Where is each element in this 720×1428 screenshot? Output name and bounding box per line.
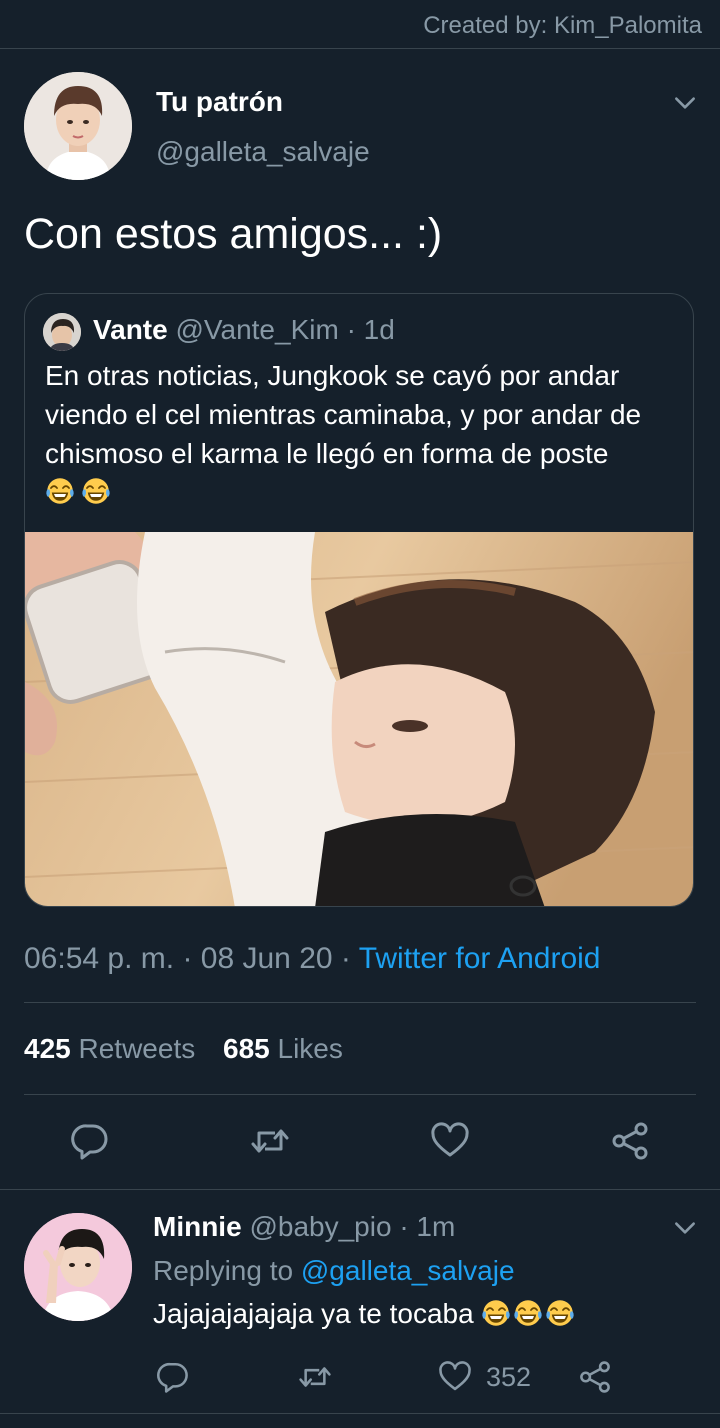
replying-to-handle-link[interactable]: @galleta_salvaje bbox=[301, 1255, 515, 1286]
tweet-date: 08 Jun 20 bbox=[200, 942, 333, 975]
bottom-divider bbox=[0, 1413, 720, 1414]
retweet-icon[interactable] bbox=[296, 1360, 334, 1394]
tweet-time: 06:54 p. m. bbox=[24, 942, 175, 975]
quoted-age: · 1d bbox=[346, 314, 395, 345]
reply-text-line: Jajajajajajaja ya te tocaba bbox=[153, 1298, 577, 1330]
reply-likes-count: 352 bbox=[486, 1362, 532, 1392]
like-icon[interactable] bbox=[430, 1121, 470, 1161]
quoted-display-name: Vante bbox=[93, 314, 168, 345]
tweet-text: Con estos amigos... :) bbox=[24, 210, 443, 258]
reply-age: · 1m bbox=[399, 1211, 456, 1242]
quoted-emoji-row bbox=[45, 476, 113, 506]
likes-stat[interactable]: 685 Likes bbox=[223, 1033, 343, 1064]
laughing-emoji-icon bbox=[45, 476, 75, 506]
tweet-meta-sep: · bbox=[182, 942, 193, 975]
reply-header: Minnie @baby_pio · 1m bbox=[153, 1211, 455, 1243]
chevron-down-icon[interactable] bbox=[672, 1215, 698, 1241]
retweets-count: 425 bbox=[24, 1033, 71, 1064]
reply-handle[interactable]: @baby_pio bbox=[249, 1211, 391, 1242]
reply-author-avatar[interactable] bbox=[24, 1213, 132, 1321]
watermark: Created by: Kim_Palomita bbox=[423, 12, 702, 39]
quoted-handle: @Vante_Kim bbox=[175, 314, 339, 345]
tweet-meta: 06:54 p. m. · 08 Jun 20 · Twitter for An… bbox=[24, 942, 600, 976]
author-display-name[interactable]: Tu patrón bbox=[156, 86, 283, 118]
replying-to-label: Replying to bbox=[153, 1255, 294, 1286]
tweet-stats: 425 Retweets 685 Likes bbox=[24, 1033, 343, 1065]
quoted-media-image[interactable] bbox=[25, 532, 693, 906]
share-icon[interactable] bbox=[610, 1121, 650, 1161]
header-divider bbox=[0, 48, 720, 49]
author-handle[interactable]: @galleta_salvaje bbox=[156, 136, 370, 168]
quoted-text: En otras noticias, Jungkook se cayó por … bbox=[45, 360, 642, 469]
like-icon[interactable] bbox=[438, 1360, 472, 1394]
likes-label: Likes bbox=[277, 1033, 343, 1064]
stats-divider bbox=[24, 1094, 696, 1095]
laughing-emoji-icon bbox=[481, 1298, 511, 1328]
meta-divider bbox=[24, 1002, 696, 1003]
tweet-meta-sep: · bbox=[340, 942, 351, 975]
actions-divider bbox=[0, 1189, 720, 1190]
reply-icon[interactable] bbox=[156, 1360, 190, 1394]
quoted-tweet[interactable]: Vante @Vante_Kim · 1d En otras noticias,… bbox=[24, 293, 694, 907]
quoted-header: Vante @Vante_Kim · 1d bbox=[93, 314, 395, 346]
reply-display-name[interactable]: Minnie bbox=[153, 1211, 242, 1242]
laughing-emoji-icon bbox=[513, 1298, 543, 1328]
replying-to-line: Replying to @galleta_salvaje bbox=[153, 1255, 515, 1287]
laughing-emoji-icon bbox=[545, 1298, 575, 1328]
reply-text: Jajajajajajaja ya te tocaba bbox=[153, 1298, 474, 1329]
chevron-down-icon[interactable] bbox=[672, 90, 698, 116]
author-avatar[interactable] bbox=[24, 72, 132, 180]
reply-icon[interactable] bbox=[70, 1121, 110, 1161]
retweets-label: Retweets bbox=[78, 1033, 196, 1064]
share-icon[interactable] bbox=[578, 1360, 612, 1394]
retweet-icon[interactable] bbox=[247, 1121, 293, 1161]
likes-count: 685 bbox=[223, 1033, 270, 1064]
retweets-stat[interactable]: 425 Retweets bbox=[24, 1033, 203, 1064]
tweet-source-link[interactable]: Twitter for Android bbox=[359, 942, 601, 975]
quoted-avatar bbox=[43, 313, 81, 351]
laughing-emoji-icon bbox=[81, 476, 111, 506]
